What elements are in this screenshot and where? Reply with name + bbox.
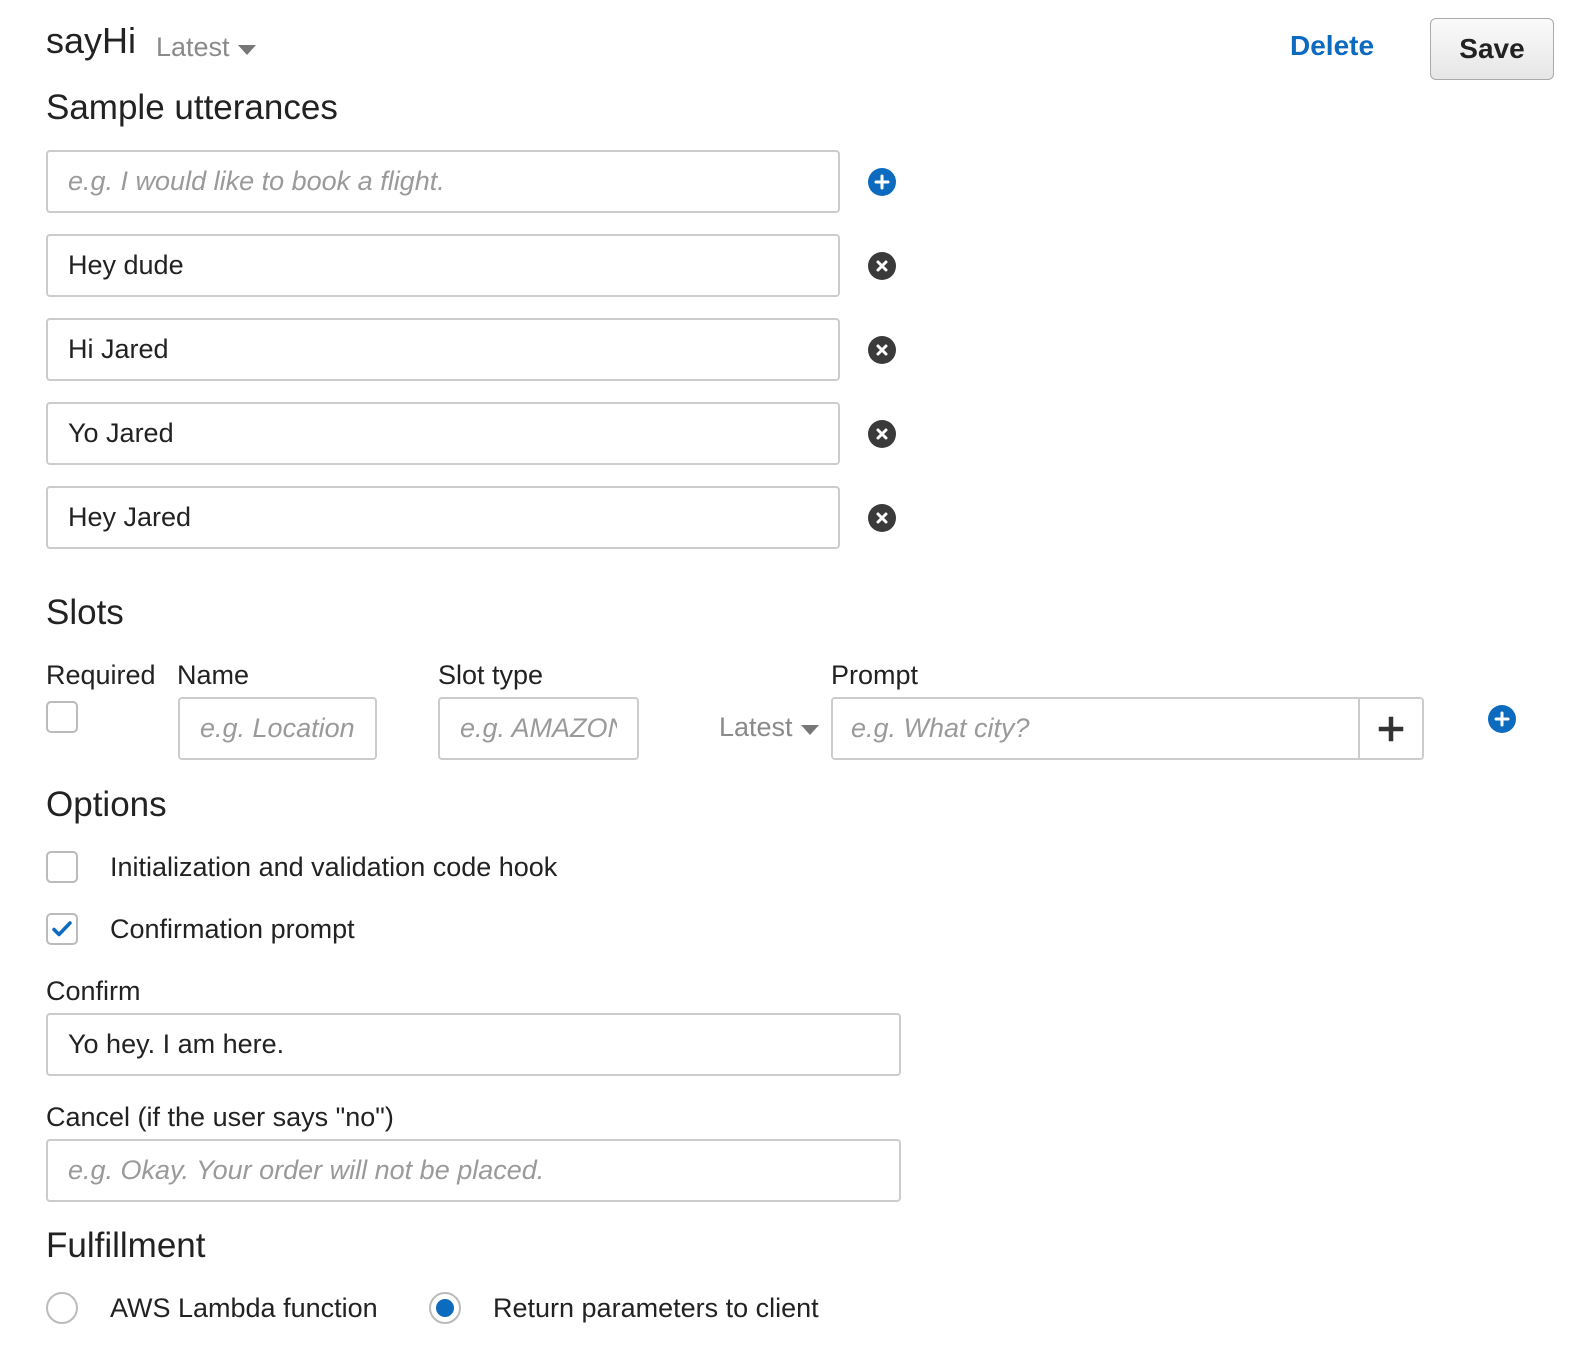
prompt-add-plus-icon[interactable]: [1358, 699, 1422, 758]
return-params-label: Return parameters to client: [493, 1293, 819, 1323]
utterance-input-1[interactable]: [46, 234, 840, 297]
slot-prompt-input[interactable]: [833, 699, 1358, 758]
add-slot-plus-circle-icon[interactable]: [1488, 705, 1516, 733]
return-params-radio[interactable]: [429, 1292, 461, 1324]
lambda-radio[interactable]: [46, 1292, 78, 1324]
checkmark-icon: [52, 921, 72, 937]
code-hook-checkbox[interactable]: [46, 851, 78, 883]
lambda-label: AWS Lambda function: [110, 1293, 378, 1323]
add-utterance-plus-circle-icon[interactable]: [868, 168, 896, 196]
fulfillment-title: Fulfillment: [46, 1226, 206, 1265]
slot-type-input[interactable]: [438, 697, 639, 760]
caret-down-icon: [237, 44, 256, 55]
slot-version-label: Latest: [719, 712, 793, 742]
confirm-label: Confirm: [46, 976, 141, 1006]
intent-name: sayHi: [46, 20, 137, 61]
remove-utterance-4-close-circle-icon[interactable]: [868, 504, 896, 532]
slot-version-dropdown[interactable]: Latest: [719, 712, 819, 743]
utterance-input-3[interactable]: [46, 402, 840, 465]
slot-required-checkbox[interactable]: [46, 701, 78, 733]
cancel-label: Cancel (if the user says "no"): [46, 1102, 394, 1132]
slots-prompt-header: Prompt: [831, 660, 919, 690]
delete-button[interactable]: Delete: [1290, 30, 1374, 62]
slots-name-header: Name: [177, 660, 250, 690]
confirmation-prompt-checkbox[interactable]: [46, 913, 78, 945]
cancel-input[interactable]: [46, 1139, 901, 1202]
slots-required-header: Required: [46, 660, 156, 690]
confirmation-prompt-label: Confirmation prompt: [110, 914, 355, 944]
slot-prompt-group: [831, 697, 1424, 760]
version-dropdown-label: Latest: [156, 32, 230, 62]
slots-title: Slots: [46, 593, 124, 632]
remove-utterance-1-close-circle-icon[interactable]: [868, 252, 896, 280]
code-hook-label: Initialization and validation code hook: [110, 852, 558, 882]
save-button[interactable]: Save: [1430, 18, 1554, 80]
remove-utterance-3-close-circle-icon[interactable]: [868, 420, 896, 448]
version-dropdown[interactable]: Latest: [156, 32, 256, 63]
sample-utterances-title: Sample utterances: [46, 88, 338, 127]
caret-down-icon: [800, 724, 819, 735]
remove-utterance-2-close-circle-icon[interactable]: [868, 336, 896, 364]
options-title: Options: [46, 785, 167, 824]
utterance-input-2[interactable]: [46, 318, 840, 381]
slot-name-input[interactable]: [178, 697, 377, 760]
radio-selected-dot: [436, 1299, 454, 1317]
new-utterance-input[interactable]: [46, 150, 840, 213]
slots-type-header: Slot type: [438, 660, 544, 690]
utterance-input-4[interactable]: [46, 486, 840, 549]
confirm-input[interactable]: [46, 1013, 901, 1076]
